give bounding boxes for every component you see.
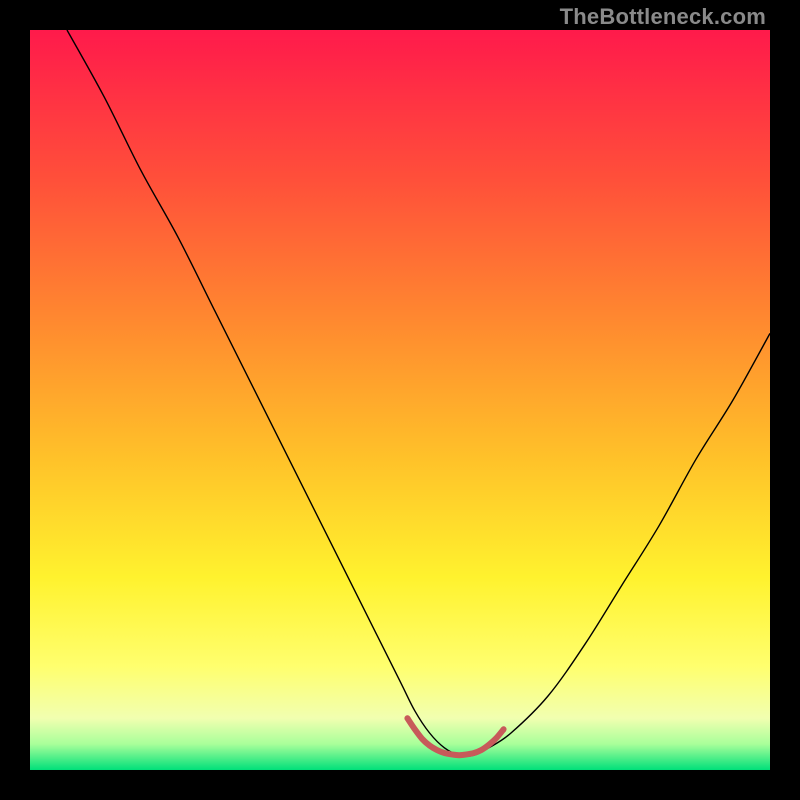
bottleneck-chart: [30, 30, 770, 770]
watermark-text: TheBottleneck.com: [560, 4, 766, 30]
chart-frame: [30, 30, 770, 770]
gradient-background: [30, 30, 770, 770]
